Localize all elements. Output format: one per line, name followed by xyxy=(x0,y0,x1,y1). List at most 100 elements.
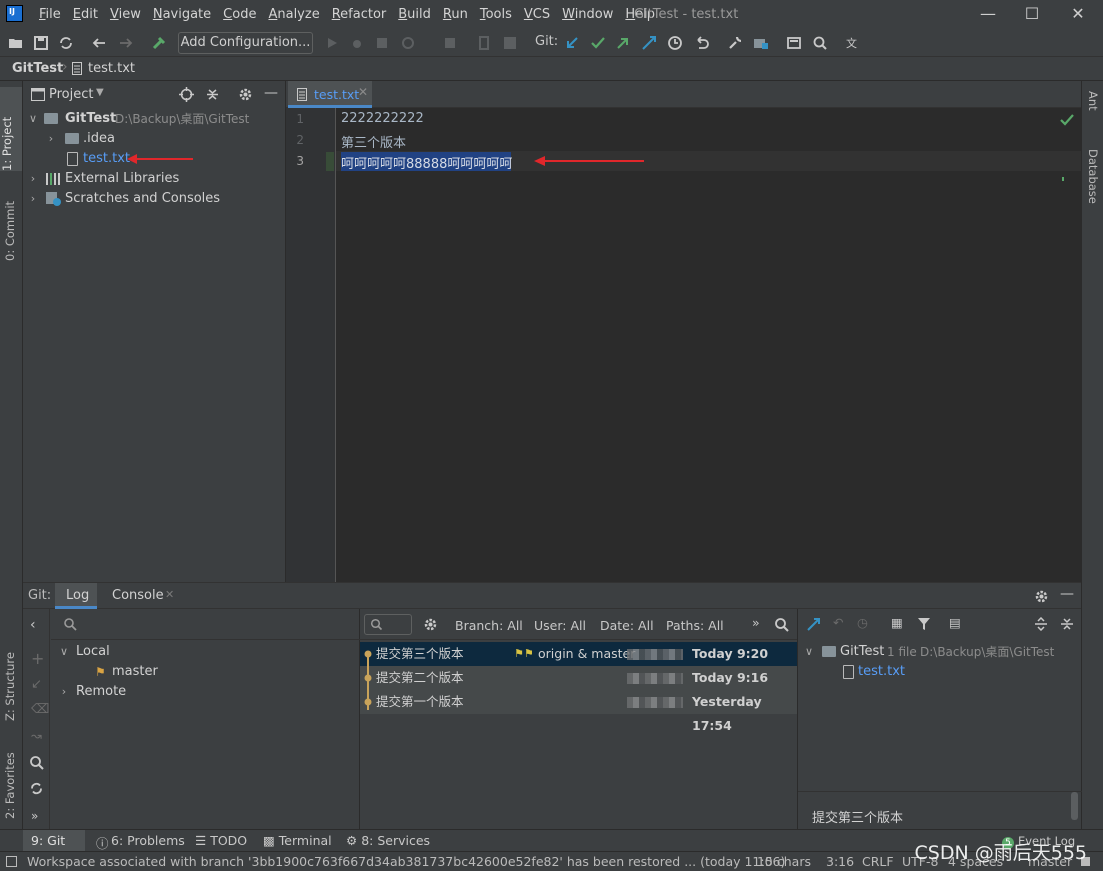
commit-row[interactable]: 提交第二个版本 Today 9:16 xyxy=(360,666,797,690)
tool-tab-structure[interactable]: Z: Structure xyxy=(3,641,17,721)
tree-node-scratches[interactable]: › Scratches and Consoles xyxy=(23,189,286,209)
git-commit-check-icon[interactable] xyxy=(590,35,606,51)
tab-log[interactable]: Log xyxy=(55,583,97,609)
menu-vcs[interactable]: VCS xyxy=(518,0,556,29)
project-structure-icon[interactable] xyxy=(502,35,518,51)
editor-tab-test-txt[interactable]: test.txt ✕ xyxy=(288,81,372,108)
search-icon[interactable] xyxy=(29,755,44,770)
hide-panel-icon[interactable]: — xyxy=(264,85,278,101)
tool-button-services[interactable]: ⚙ 8: Services xyxy=(346,833,430,848)
filter-paths[interactable]: Paths: All xyxy=(666,618,724,633)
presentation-icon[interactable] xyxy=(786,35,802,51)
fetch-icon[interactable]: ↝ xyxy=(31,729,42,744)
more-filters-icon[interactable]: » xyxy=(752,615,760,630)
add-branch-icon[interactable]: + xyxy=(31,649,44,668)
filter-user[interactable]: User: All xyxy=(534,618,586,633)
tool-tab-commit[interactable]: 0: Commit xyxy=(3,181,17,261)
close-window-button[interactable]: ✕ xyxy=(1056,0,1100,29)
project-view-selector[interactable]: Project xyxy=(49,87,93,102)
menu-run[interactable]: Run xyxy=(437,0,474,29)
menu-build[interactable]: Build xyxy=(392,0,437,29)
tool-button-problems[interactable]: ⓘ 6: Problems xyxy=(96,833,185,851)
tool-button-todo[interactable]: ☰ TODO xyxy=(195,833,247,848)
chevron-right-icon[interactable]: › xyxy=(46,129,56,149)
menu-code[interactable]: Code xyxy=(217,0,262,29)
menu-view[interactable]: View xyxy=(104,0,147,29)
revert-icon[interactable]: ↶ xyxy=(833,615,843,630)
filter-branch[interactable]: Branch: All xyxy=(455,618,523,633)
menu-edit[interactable]: Edit xyxy=(67,0,104,29)
debug-icon[interactable] xyxy=(349,35,365,51)
diff-arrows-icon[interactable] xyxy=(806,617,821,632)
tool-tab-favorites[interactable]: 2: Favorites xyxy=(3,739,17,819)
maximize-button[interactable]: ☐ xyxy=(1010,0,1054,29)
git-update-icon[interactable] xyxy=(564,35,580,51)
commit-row[interactable]: 提交第三个版本 ⚑⚑ origin & master Today 9:20 xyxy=(360,642,797,666)
branch-search-bar[interactable] xyxy=(51,609,360,640)
group-by-icon[interactable]: ▦ xyxy=(891,615,903,630)
gear-icon[interactable] xyxy=(1034,589,1049,604)
translate-icon[interactable]: 文 xyxy=(845,35,861,51)
stop-icon[interactable] xyxy=(442,35,458,51)
git-push-icon[interactable] xyxy=(615,35,631,51)
tool-tab-project[interactable]: 1: Project xyxy=(0,87,22,171)
sync-icon[interactable] xyxy=(58,35,74,51)
collapse-all-icon[interactable] xyxy=(205,87,220,102)
chevron-down-icon[interactable]: ▼ xyxy=(96,87,104,98)
build-hammer-icon[interactable] xyxy=(151,35,167,51)
close-tab-icon[interactable]: ✕ xyxy=(358,85,368,99)
menu-refactor[interactable]: Refactor xyxy=(326,0,393,29)
tree-node-root[interactable]: ∨ GitTest D:\Backup\桌面\GitTest xyxy=(23,109,286,129)
coverage-icon[interactable] xyxy=(374,35,390,51)
tool-button-git[interactable]: 9: Git xyxy=(23,830,85,852)
close-tab-icon[interactable]: ✕ xyxy=(165,588,174,601)
hide-panel-icon[interactable]: — xyxy=(1060,586,1074,602)
minimize-button[interactable]: — xyxy=(966,0,1010,29)
chevron-right-icon[interactable]: › xyxy=(28,189,38,209)
collapse-all-icon[interactable] xyxy=(1060,617,1074,631)
chevron-down-icon[interactable]: ∨ xyxy=(59,642,69,662)
branch-group-remote[interactable]: › Remote xyxy=(51,682,360,702)
save-all-icon[interactable] xyxy=(33,35,49,51)
filter-date[interactable]: Date: All xyxy=(600,618,654,633)
search-icon[interactable] xyxy=(774,617,789,632)
breadcrumb-file[interactable]: test.txt xyxy=(88,61,135,76)
layout-icon[interactable]: ▤ xyxy=(949,615,961,630)
chevron-left-icon[interactable]: ‹ xyxy=(30,617,36,633)
chevron-right-icon[interactable]: › xyxy=(59,682,69,702)
filter-funnel-icon[interactable] xyxy=(917,617,931,631)
chevron-down-icon[interactable]: ∨ xyxy=(804,642,814,662)
inspection-ok-check-icon[interactable] xyxy=(1060,114,1074,126)
locate-crosshair-icon[interactable] xyxy=(179,87,194,102)
settings-wrench-icon[interactable] xyxy=(727,35,743,51)
tab-console[interactable]: Console xyxy=(112,588,164,603)
add-configuration-button[interactable]: Add Configuration... xyxy=(178,32,313,54)
tree-node-idea[interactable]: › .idea xyxy=(23,129,286,149)
gear-icon[interactable] xyxy=(423,617,438,632)
branch-group-local[interactable]: ∨ Local xyxy=(51,642,360,662)
details-scrollbar[interactable] xyxy=(1071,792,1078,820)
profile-icon[interactable] xyxy=(400,35,416,51)
commit-row[interactable]: 提交第一个版本 Yesterday 17:54 xyxy=(360,690,797,733)
status-line-separator[interactable]: CRLF xyxy=(862,854,894,869)
checkout-icon[interactable]: ↙ xyxy=(31,677,42,692)
tool-tab-ant[interactable]: Ant xyxy=(1086,91,1100,111)
search-icon[interactable] xyxy=(812,35,828,51)
history-clock-icon[interactable]: ◷ xyxy=(857,615,868,630)
toggle-tool-windows-icon[interactable] xyxy=(6,856,17,867)
history-clock-icon[interactable] xyxy=(667,35,683,51)
menu-navigate[interactable]: Navigate xyxy=(147,0,217,29)
menu-analyze[interactable]: Analyze xyxy=(262,0,325,29)
breadcrumb-project[interactable]: GitTest xyxy=(12,61,63,76)
open-folder-icon[interactable] xyxy=(8,35,24,51)
expand-all-icon[interactable] xyxy=(1034,617,1048,631)
status-caret-position[interactable]: 3:16 xyxy=(826,854,854,869)
project-structure-folder-icon[interactable] xyxy=(753,35,769,51)
changed-repo-node[interactable]: ∨ GitTest 1 file D:\Backup\桌面\GitTest xyxy=(798,642,1082,662)
branch-master[interactable]: ⚑ master xyxy=(51,662,360,682)
delete-branch-icon[interactable]: ⌫ xyxy=(31,702,49,717)
more-actions-icon[interactable]: » xyxy=(31,809,38,823)
attach-icon[interactable] xyxy=(476,35,492,51)
run-icon[interactable] xyxy=(324,35,340,51)
log-search-field[interactable] xyxy=(364,614,412,635)
